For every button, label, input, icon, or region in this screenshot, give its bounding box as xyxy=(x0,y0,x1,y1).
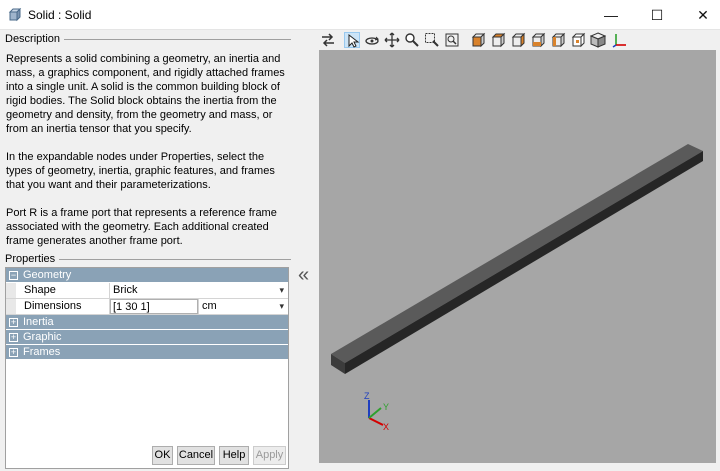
ok-button[interactable]: OK xyxy=(152,446,173,465)
properties-header: Properties xyxy=(5,253,291,265)
viewer-toolbar xyxy=(318,30,720,50)
scene-canvas[interactable]: Z Y X xyxy=(319,50,716,463)
property-row-shape: Shape Brick ▾ xyxy=(6,283,288,299)
left-panel: Description Represents a solid combining… xyxy=(0,30,296,471)
frame-triad: Z Y X xyxy=(364,391,389,432)
shape-select[interactable]: Brick ▾ xyxy=(110,283,288,298)
shape-label: Shape xyxy=(16,283,110,298)
bottom-view-icon[interactable] xyxy=(570,32,586,48)
y-axis-label: Y xyxy=(383,402,389,412)
zoom-box-icon[interactable] xyxy=(424,32,440,48)
group-inertia[interactable]: + Inertia xyxy=(6,315,288,330)
dialog-buttons: OK Cancel Help Apply xyxy=(0,446,296,465)
expand-icon[interactable]: + xyxy=(9,347,18,357)
solid-brick-side-face[interactable] xyxy=(345,151,703,374)
apply-button: Apply xyxy=(253,446,286,465)
title-bar: Solid : Solid — ☐ ✕ xyxy=(0,0,720,30)
back-view-icon[interactable] xyxy=(490,32,506,48)
properties-tree: − Geometry Shape Brick ▾ Dimensions cm ▾ xyxy=(5,267,289,469)
group-geometry[interactable]: − Geometry xyxy=(6,268,288,283)
dimensions-input[interactable] xyxy=(110,299,198,314)
chevron-down-icon[interactable]: ▾ xyxy=(279,283,284,298)
select-icon[interactable] xyxy=(344,32,360,48)
frame-triad-icon[interactable] xyxy=(612,32,628,48)
cancel-button[interactable]: Cancel xyxy=(177,446,215,465)
expand-icon[interactable]: + xyxy=(9,332,18,342)
chevron-down-icon[interactable]: ▾ xyxy=(279,299,284,314)
dimensions-unit-select[interactable]: cm ▾ xyxy=(198,299,288,314)
description-header: Description xyxy=(5,33,291,45)
zoom-icon[interactable] xyxy=(404,32,420,48)
panel-splitter[interactable]: « xyxy=(296,30,318,471)
front-view-icon[interactable] xyxy=(470,32,486,48)
description-text: Represents a solid combining a geometry,… xyxy=(6,52,290,262)
group-frames[interactable]: + Frames xyxy=(6,345,288,360)
close-button[interactable]: ✕ xyxy=(680,0,720,30)
expand-icon[interactable]: + xyxy=(9,317,18,327)
solid-block-icon xyxy=(8,8,22,22)
right-view-icon[interactable] xyxy=(530,32,546,48)
property-row-dimensions: Dimensions cm ▾ xyxy=(6,299,288,315)
minimize-button[interactable]: — xyxy=(588,0,634,30)
dimensions-label: Dimensions xyxy=(16,299,110,314)
description-paragraph: Port R is a frame port that represents a… xyxy=(6,207,277,247)
help-button[interactable]: Help xyxy=(219,446,249,465)
solid-brick-top-face[interactable] xyxy=(331,144,703,363)
pan-icon[interactable] xyxy=(384,32,400,48)
collapse-panel-icon[interactable]: « xyxy=(298,264,309,287)
rotate-icon[interactable] xyxy=(364,32,380,48)
x-axis-label: X xyxy=(383,422,389,432)
description-paragraph: Represents a solid combining a geometry,… xyxy=(6,53,285,135)
fit-view-icon[interactable] xyxy=(444,32,460,48)
top-view-icon[interactable] xyxy=(550,32,566,48)
isometric-view-icon[interactable] xyxy=(589,32,607,48)
window-title: Solid : Solid xyxy=(28,8,92,22)
z-axis-label: Z xyxy=(364,391,370,401)
collapse-icon[interactable]: − xyxy=(9,270,18,280)
maximize-button[interactable]: ☐ xyxy=(634,0,680,30)
3d-viewport[interactable]: Z Y X xyxy=(319,50,716,463)
description-paragraph: In the expandable nodes under Properties… xyxy=(6,151,275,191)
left-view-icon[interactable] xyxy=(510,32,526,48)
group-graphic[interactable]: + Graphic xyxy=(6,330,288,345)
toggle-visibility-icon[interactable] xyxy=(320,32,336,48)
